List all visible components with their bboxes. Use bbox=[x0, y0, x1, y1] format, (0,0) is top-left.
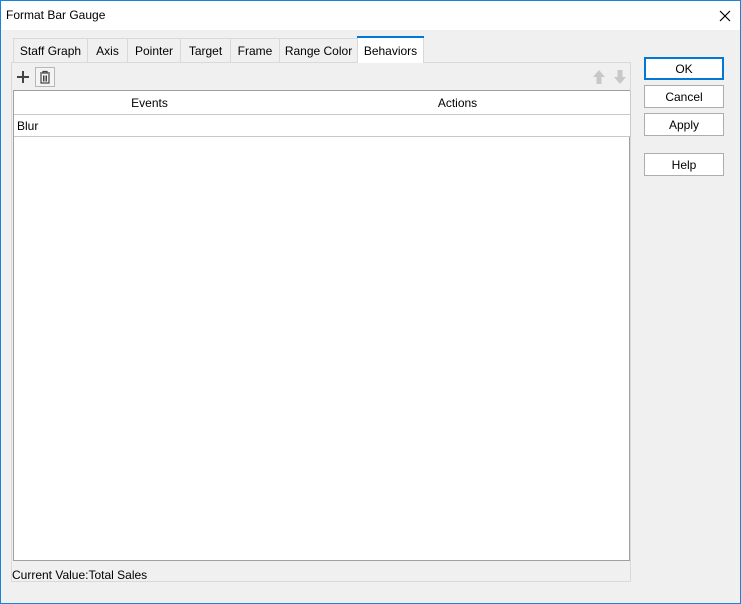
table-header: Events Actions bbox=[14, 91, 631, 115]
event-cell[interactable]: Blur bbox=[14, 115, 286, 137]
tab-target[interactable]: Target bbox=[180, 38, 231, 62]
plus-icon bbox=[17, 71, 29, 83]
ok-button[interactable]: OK bbox=[644, 57, 724, 80]
tab-behaviors[interactable]: Behaviors bbox=[357, 36, 424, 63]
tab-axis[interactable]: Axis bbox=[87, 38, 128, 62]
arrow-down-icon bbox=[614, 70, 626, 84]
tab-frame[interactable]: Frame bbox=[230, 38, 280, 62]
close-icon bbox=[719, 10, 731, 21]
help-button[interactable]: Help bbox=[644, 153, 724, 176]
close-button[interactable] bbox=[710, 1, 740, 30]
column-header-events[interactable]: Events bbox=[14, 91, 286, 115]
arrow-up-icon bbox=[593, 70, 605, 84]
action-cell[interactable] bbox=[285, 115, 631, 137]
title-bar: Format Bar Gauge bbox=[1, 1, 740, 30]
dialog-title: Format Bar Gauge bbox=[6, 8, 106, 22]
move-down-button[interactable] bbox=[610, 67, 630, 87]
behaviors-panel: Events Actions Blur Current Value:Total … bbox=[11, 62, 631, 582]
tab-staff-graph[interactable]: Staff Graph bbox=[13, 38, 88, 62]
table-row[interactable]: Blur bbox=[14, 115, 631, 137]
tab-range-color[interactable]: Range Color bbox=[279, 38, 358, 62]
cancel-button[interactable]: Cancel bbox=[644, 85, 724, 108]
move-up-button[interactable] bbox=[589, 67, 609, 87]
column-header-actions[interactable]: Actions bbox=[285, 91, 631, 115]
delete-behavior-button[interactable] bbox=[35, 67, 55, 87]
dialog-window: Format Bar Gauge Staff Graph Axis Pointe… bbox=[0, 0, 741, 604]
current-value-label: Current Value:Total Sales bbox=[12, 568, 148, 582]
behaviors-table: Events Actions Blur bbox=[13, 90, 631, 561]
tab-pointer[interactable]: Pointer bbox=[127, 38, 181, 62]
add-behavior-button[interactable] bbox=[13, 67, 33, 87]
trash-icon bbox=[40, 70, 50, 84]
apply-button[interactable]: Apply bbox=[644, 113, 724, 136]
